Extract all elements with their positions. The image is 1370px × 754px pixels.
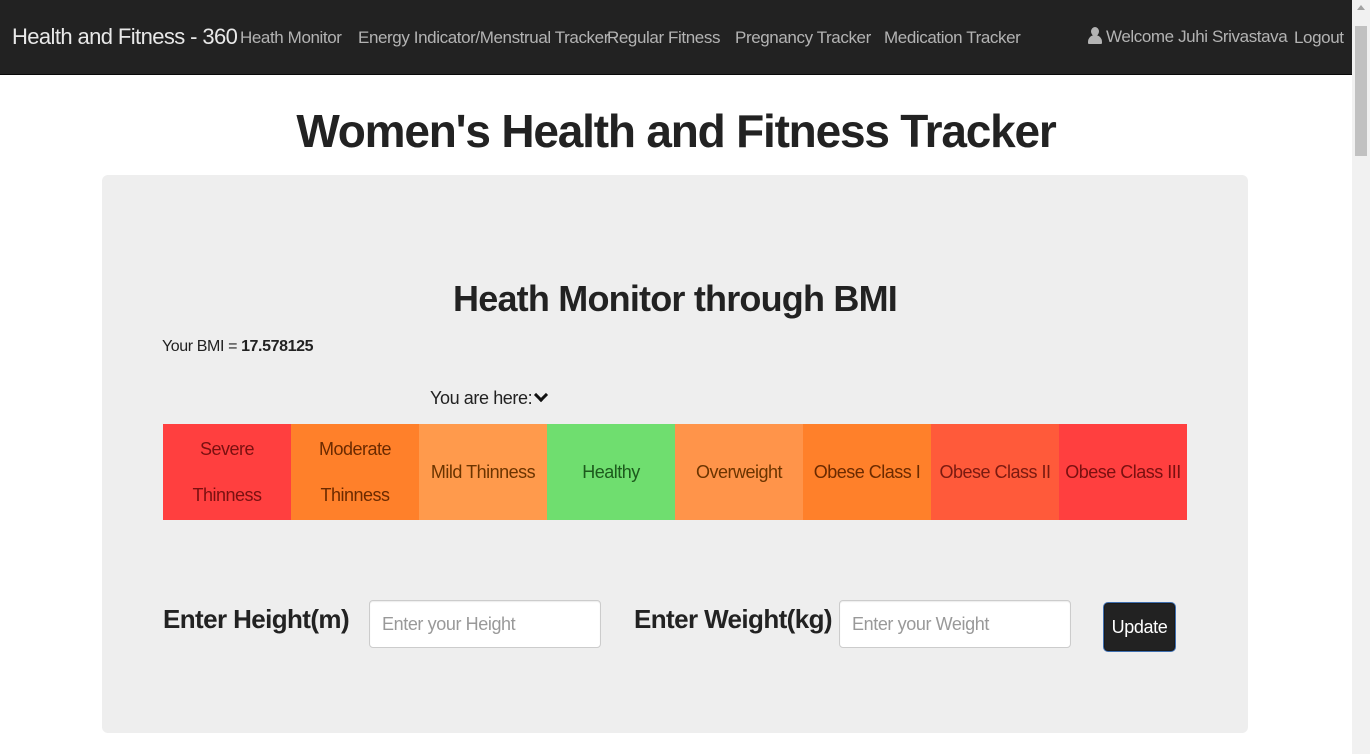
bmi-category-obese-class-1: Obese Class I <box>803 424 931 520</box>
bmi-category-severe-thinness: Severe Thinness <box>163 424 291 520</box>
bmi-value: 17.578125 <box>241 338 314 355</box>
update-button[interactable]: Update <box>1104 603 1175 651</box>
nav-item-medication-tracker[interactable]: Medication Tracker <box>884 28 1021 48</box>
bmi-category-overweight: Overweight <box>675 424 803 520</box>
user-icon <box>1088 27 1102 44</box>
bmi-category-obese-class-3: Obese Class III <box>1059 424 1187 520</box>
scrollbar-thumb[interactable] <box>1355 26 1367 156</box>
vertical-scrollbar[interactable] <box>1352 0 1370 754</box>
nav-item-pregnancy-tracker[interactable]: Pregnancy Tracker <box>735 28 871 48</box>
you-are-here-label: You are here: <box>430 388 533 408</box>
logout-link[interactable]: Logout <box>1294 28 1344 48</box>
top-navbar: Health and Fitness - 360 Heath Monitor E… <box>0 0 1352 75</box>
welcome-user-label: Welcome Juhi Srivastava <box>1106 27 1288 46</box>
weight-input[interactable] <box>839 600 1071 648</box>
nav-item-energy-menstrual-tracker[interactable]: Energy Indicator/Menstrual Tracker <box>358 28 609 48</box>
nav-item-heath-monitor[interactable]: Heath Monitor <box>240 28 342 48</box>
height-input[interactable] <box>369 600 601 648</box>
welcome-user-link[interactable]: Welcome Juhi Srivastava <box>1088 27 1288 47</box>
panel-title: Heath Monitor through BMI <box>453 278 898 319</box>
bmi-category-obese-class-2: Obese Class II <box>931 424 1059 520</box>
navbar-brand[interactable]: Health and Fitness - 360 <box>12 24 238 50</box>
weight-label: Enter Weight(kg) <box>634 604 833 634</box>
bmi-category-mild-thinness: Mild Thinness <box>419 424 547 520</box>
chevron-down-icon <box>534 387 549 403</box>
bmi-category-healthy: Healthy <box>547 424 675 520</box>
bmi-category-scale: Severe Thinness Moderate Thinness Mild T… <box>163 424 1187 520</box>
bmi-category-moderate-thinness: Moderate Thinness <box>291 424 419 520</box>
you-are-here-marker: You are here: <box>430 387 549 409</box>
bmi-prefix: Your BMI = <box>162 338 242 355</box>
scroll-up-arrow-icon[interactable] <box>1357 5 1365 10</box>
bmi-readout: Your BMI = 17.578125 <box>162 338 314 356</box>
height-label: Enter Height(m) <box>163 604 350 634</box>
page-title: Women's Health and Fitness Tracker <box>296 105 1056 157</box>
nav-item-regular-fitness[interactable]: Regular Fitness <box>607 28 720 48</box>
